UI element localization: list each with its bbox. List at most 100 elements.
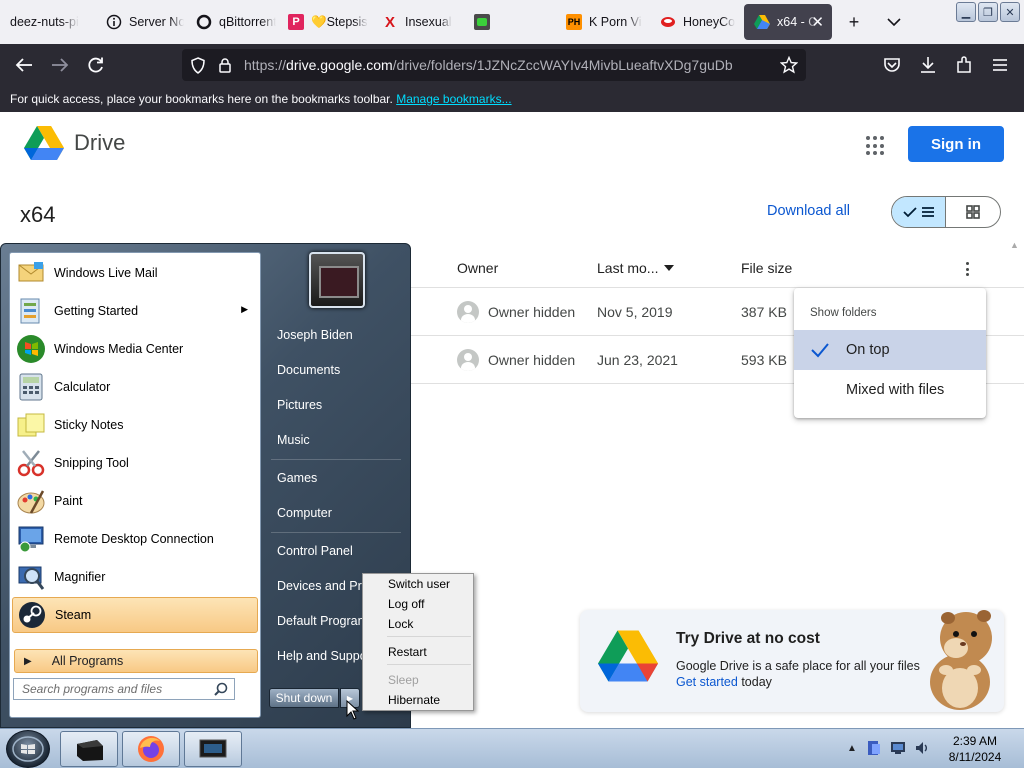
shut-down-button[interactable]: Shut down [269,688,339,708]
program-remote-desktop-connection[interactable]: Remote Desktop Connection [12,521,258,557]
start-link-documents[interactable]: Documents [277,363,340,377]
scroll-up-arrow[interactable]: ▲ [1010,240,1019,250]
tab-honeyco[interactable]: HoneyCo [650,4,740,40]
drive-logo-icon [24,126,64,160]
grid-icon [966,205,980,219]
tab-green[interactable] [464,4,554,40]
program-magnifier[interactable]: Magnifier [12,559,258,595]
start-link-default-programs[interactable]: Default Programs [277,614,374,628]
power-item-sleep[interactable]: Sleep [388,673,419,687]
taskbar-item-firefox[interactable] [122,731,180,767]
program-paint[interactable]: Paint [12,483,258,519]
sign-in-button[interactable]: Sign in [908,126,1004,162]
list-all-tabs-button[interactable] [882,10,906,34]
url-text[interactable]: https://drive.google.com/drive/folders/1… [244,57,733,73]
program-steam[interactable]: Steam [12,597,258,633]
close-tab-icon[interactable]: ✕ [811,13,824,31]
forward-icon[interactable] [48,53,72,77]
get-started-link[interactable]: Get started [676,675,738,689]
system-clock[interactable]: 2:39 AM 8/11/2024 [940,733,1010,765]
program-label: Steam [55,608,92,622]
start-button[interactable] [6,730,50,768]
try-drive-promo: Try Drive at no cost Google Drive is a s… [580,610,1004,712]
program-getting-started[interactable]: Getting Started ▶ [12,293,258,329]
start-link-music[interactable]: Music [277,433,310,447]
download-icon[interactable] [916,53,940,77]
network-icon[interactable] [889,740,907,756]
url-host: drive.google.com [286,57,393,73]
column-header-last-modified[interactable]: Last mo... [597,260,675,276]
check-icon [902,207,917,218]
program-windows-media-center[interactable]: Windows Media Center [12,331,258,367]
start-link-user[interactable]: Joseph Biden [277,328,353,342]
tab-stepsis[interactable]: P 💛Stepsis [278,4,368,40]
menu-item-on-top[interactable]: On top [794,330,986,370]
tab-insexual[interactable]: X Insexual [372,4,462,40]
row-modified: Nov 5, 2019 [597,304,673,320]
power-item-lock[interactable]: Lock [388,617,413,631]
taskbar-item-3[interactable] [184,731,242,767]
pocket-icon[interactable] [880,53,904,77]
column-header-file-size[interactable]: File size [741,260,792,276]
all-programs-button[interactable]: ▶ All Programs [14,649,258,673]
program-snipping-tool[interactable]: Snipping Tool [12,445,258,481]
manage-bookmarks-link[interactable]: Manage bookmarks... [396,92,511,106]
list-view-button[interactable] [892,197,947,227]
user-picture[interactable] [309,252,365,308]
tab-deez-nuts[interactable]: deez-nuts-pi [0,4,96,40]
tab-qbittorrent[interactable]: qBittorrent [186,4,276,40]
column-header-label: Last mo... [597,260,659,276]
reload-icon[interactable] [84,53,108,77]
minimize-button[interactable]: ▁ [956,2,976,22]
restore-button[interactable]: ❐ [978,2,998,22]
column-header-owner[interactable]: Owner [457,260,498,276]
program-sticky-notes[interactable]: Sticky Notes [12,407,258,443]
bookmarks-hint: For quick access, place your bookmarks h… [10,92,393,106]
start-link-control-panel[interactable]: Control Panel [277,544,353,558]
power-item-hibernate[interactable]: Hibernate [388,693,440,707]
grid-view-button[interactable] [946,197,1000,227]
power-item-restart[interactable]: Restart [388,645,427,659]
start-link-games[interactable]: Games [277,471,317,485]
tab-x64-drive[interactable]: x64 - G ✕ [744,4,832,40]
new-tab-button[interactable]: + [842,10,866,34]
lock-icon[interactable] [218,57,232,76]
program-windows-live-mail[interactable]: Windows Live Mail [12,255,258,291]
search-placeholder: Search programs and files [22,682,163,696]
extensions-icon[interactable] [952,53,976,77]
row-owner: Owner hidden [457,301,575,323]
bookmark-star-icon[interactable] [779,55,799,77]
start-link-computer[interactable]: Computer [277,506,332,520]
divider [271,459,401,460]
url-bar[interactable]: https://drive.google.com/drive/folders/1… [182,49,806,81]
more-options-icon[interactable] [965,262,969,276]
volume-icon[interactable] [913,740,931,756]
check-icon [811,343,829,358]
tab-k-porn[interactable]: PH K Porn Vi [556,4,648,40]
power-item-switch-user[interactable]: Switch user [388,577,450,591]
close-window-button[interactable]: ✕ [1000,2,1020,22]
search-programs-input[interactable]: Search programs and files [13,678,235,700]
download-all-button[interactable]: Download all [767,203,850,219]
show-hidden-icons[interactable]: ▲ [843,740,861,756]
shield-icon[interactable] [190,57,206,77]
power-item-log-off[interactable]: Log off [388,597,424,611]
start-link-help-support[interactable]: Help and Support [277,649,374,663]
back-icon[interactable] [12,53,36,77]
program-calculator[interactable]: Calculator [12,369,258,405]
hamster-sticker-icon [930,610,992,710]
avatar [457,349,479,371]
tray-app-icon[interactable] [865,740,883,756]
tab-server-not-found[interactable]: Server Not [96,4,184,40]
menu-item-mixed-with-files[interactable]: Mixed with files [794,370,986,410]
start-link-pictures[interactable]: Pictures [277,398,322,412]
drive-logo[interactable]: Drive [24,126,125,160]
taskbar-item-1[interactable] [60,731,118,767]
ph-icon: PH [566,14,582,30]
hamburger-menu-icon[interactable] [988,53,1012,77]
program-label: Remote Desktop Connection [54,532,214,546]
tab-label: deez-nuts-pi [10,15,79,29]
google-apps-icon[interactable] [866,136,886,156]
search-icon[interactable] [214,682,228,699]
monitor-icon [199,739,227,758]
